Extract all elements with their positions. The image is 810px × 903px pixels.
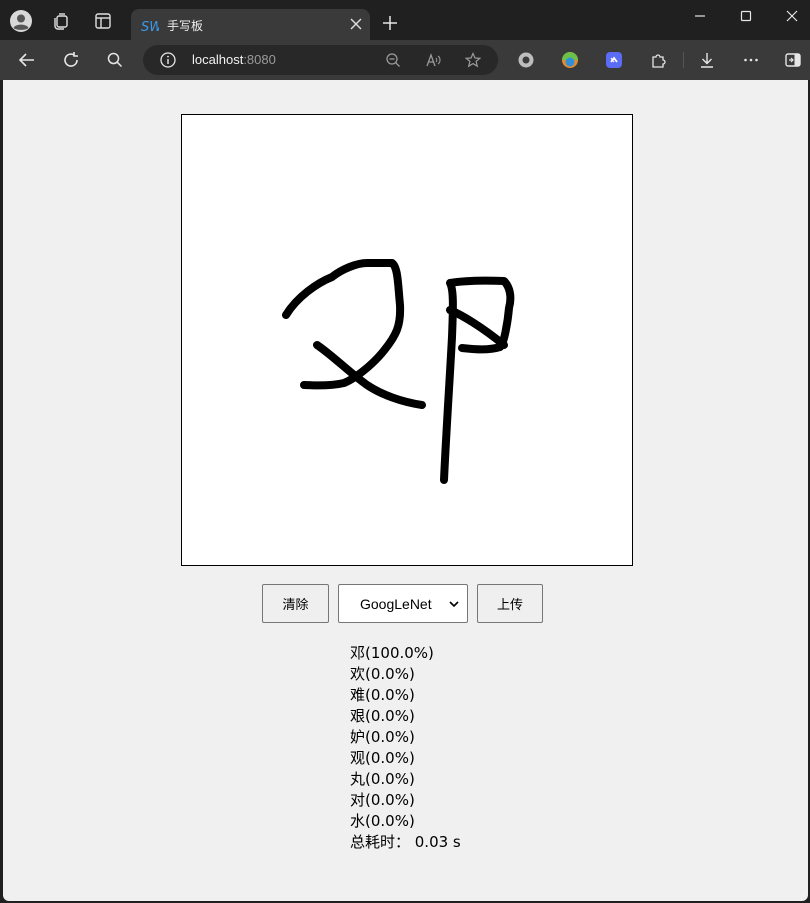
more-icon[interactable] [742,51,760,69]
page-viewport: 清除 GoogLeNet 上传 邓(100.0%) 欢(0.0%) 难(0.0%… [3,80,808,901]
url-text[interactable]: localhost:8080 [192,52,276,67]
chevron-down-icon [449,601,459,608]
total-time: 总耗时： 0.03 s [350,833,461,851]
tab-favicon-icon: SW [141,20,159,34]
extension-circle-icon[interactable] [517,51,535,69]
address-bar[interactable]: localhost:8080 [143,45,498,75]
back-icon[interactable] [17,50,37,70]
svg-text:SW: SW [141,20,159,34]
info-icon[interactable] [160,52,176,68]
prediction-item: 艰(0.0%) [350,707,415,725]
prediction-item: 欢(0.0%) [350,665,415,683]
profile-icon[interactable] [9,9,33,33]
browser-tab[interactable]: SW 手写板 [131,9,370,40]
prediction-item: 妒(0.0%) [350,728,415,746]
tab-actions-icon[interactable] [91,9,115,33]
model-select-value: GoogLeNet [360,596,432,612]
url-host: localhost [192,52,244,67]
refresh-icon[interactable] [61,50,81,70]
prediction-item: 观(0.0%) [350,749,415,767]
extension-link-icon[interactable] [605,51,623,69]
prediction-item: 难(0.0%) [350,686,415,704]
toolbar-separator [683,52,684,68]
prediction-results: 邓(100.0%) 欢(0.0%) 难(0.0%) 艰(0.0%) 妒(0.0%… [350,643,461,853]
url-port: :8080 [243,52,276,67]
sidebar-icon[interactable] [784,51,802,69]
favorite-star-icon[interactable] [465,52,481,68]
browser-toolbar: localhost:8080 [0,40,810,80]
prediction-item: 水(0.0%) [350,812,415,830]
prediction-item: 对(0.0%) [350,791,415,809]
workspaces-icon[interactable] [49,9,73,33]
read-aloud-icon[interactable] [425,52,441,68]
handwriting-strokes [282,259,515,484]
handwriting-canvas[interactable] [181,114,633,566]
minimize-icon[interactable] [692,8,708,24]
zoom-out-icon[interactable] [385,52,401,68]
tab-title: 手写板 [167,19,204,33]
maximize-icon[interactable] [738,8,754,24]
extensions-puzzle-icon[interactable] [649,51,667,69]
new-tab-icon[interactable] [381,14,399,32]
search-icon[interactable] [105,50,125,70]
model-select[interactable]: GoogLeNet [338,584,468,623]
clear-button[interactable]: 清除 [262,584,329,623]
download-icon[interactable] [698,51,716,69]
tab-close-icon[interactable] [348,16,364,32]
prediction-item: 丸(0.0%) [350,770,415,788]
close-window-icon[interactable] [784,8,800,24]
title-bar: SW 手写板 [0,0,810,40]
prediction-item: 邓(100.0%) [350,644,434,662]
upload-button[interactable]: 上传 [477,584,543,623]
extension-colorful-icon[interactable] [561,51,579,69]
